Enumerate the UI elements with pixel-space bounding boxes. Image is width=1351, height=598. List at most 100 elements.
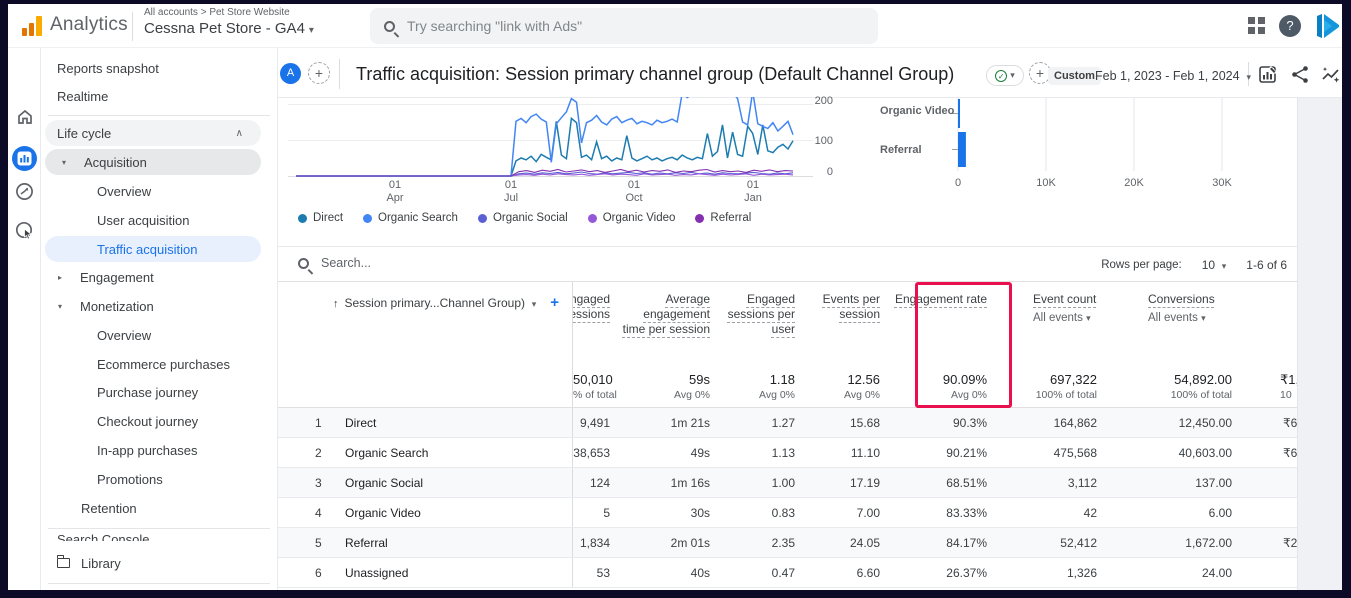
sidebar-item-traffic-acquisition[interactable]: Traffic acquisition	[45, 236, 261, 262]
sidebar-item-library[interactable]: Library	[41, 550, 278, 576]
sidebar-item-purchase-journey[interactable]: Purchase journey	[41, 379, 278, 405]
column-header-events-per-session[interactable]: Events per session	[803, 282, 888, 365]
analytics-logo-icon[interactable]	[22, 16, 46, 36]
appbar-divider	[132, 12, 133, 41]
caret-right-icon[interactable]: ▸	[58, 273, 80, 282]
reports-sidebar: Reports snapshot Realtime Life cycle ∧ ▾…	[41, 48, 278, 590]
caret-down-icon: ▾	[309, 25, 314, 36]
column-header-engaged-sessions[interactable]: Engaged sessions	[573, 282, 618, 365]
insights-icon[interactable]	[1321, 65, 1341, 85]
sidebar-item-acquisition-overview[interactable]: Overview	[41, 178, 278, 204]
sidebar-item-engagement[interactable]: ▸ Engagement	[41, 264, 278, 290]
column-header-engaged-sessions-per-user[interactable]: Engaged sessions per user	[718, 282, 803, 365]
totals-conversions: 54,892.00100% of total	[1105, 365, 1240, 407]
help-icon[interactable]: ?	[1279, 15, 1301, 37]
column-header-engagement-rate[interactable]: Engagement rate	[888, 282, 995, 365]
sidebar-item-monetization-overview[interactable]: Overview	[41, 322, 278, 348]
add-comparison-button[interactable]: +	[308, 62, 330, 84]
report-avatar-chip[interactable]: A	[280, 63, 301, 84]
sort-ascending-icon: ↑	[333, 298, 339, 310]
legend-item[interactable]: Referral	[695, 212, 751, 224]
sidebar-item-ecommerce-purchases[interactable]: Ecommerce purchases	[41, 351, 278, 377]
bar-chart-category-referral: Referral	[880, 144, 922, 156]
report-status-button[interactable]: ✓ ▾	[986, 65, 1024, 86]
explore-icon[interactable]	[12, 179, 37, 204]
apps-grid-icon[interactable]	[1248, 17, 1266, 35]
table-search[interactable]	[298, 256, 521, 270]
channel-name: Unassigned	[345, 566, 408, 580]
sidebar-item-checkout-journey[interactable]: Checkout journey	[41, 408, 278, 434]
legend-item[interactable]: Organic Social	[478, 212, 568, 224]
totals-events-per-session: 12.56Avg 0%	[803, 365, 888, 407]
folder-icon	[57, 558, 70, 568]
column-header-event-count[interactable]: Event count All events ▾	[995, 282, 1105, 365]
rows-per-page-selector[interactable]: 10 ▾	[1202, 258, 1227, 272]
table-totals-row: 50,010% of total 59sAvg 0% 1.18Avg 0% 12…	[278, 365, 1297, 408]
sidebar-item-promotions[interactable]: Promotions	[41, 466, 278, 492]
totals-event-count: 697,322100% of total	[995, 365, 1105, 407]
legend-item[interactable]: Direct	[298, 212, 343, 224]
table-row[interactable]: 2Organic Search 38,653 49s 1.13 11.10 90…	[278, 438, 1297, 468]
event-count-filter[interactable]: All events ▾	[1033, 311, 1105, 326]
add-dimension-button[interactable]: +	[550, 294, 559, 311]
sidebar-section-life-cycle[interactable]: Life cycle ∧	[45, 120, 261, 146]
totals-engaged-sessions: 50,010% of total	[573, 365, 618, 407]
legend-item[interactable]: Organic Video	[588, 212, 676, 224]
sidebar-item-monetization[interactable]: ▾ Monetization	[41, 293, 278, 319]
conversions-filter[interactable]: All events ▾	[1148, 311, 1240, 326]
legend-dot-icon	[298, 214, 307, 223]
date-range-selector[interactable]: Feb 1, 2023 - Feb 1, 2024 ▾	[1095, 69, 1251, 83]
sidebar-section-search-console[interactable]: Search Console	[41, 532, 278, 541]
reports-icon[interactable]	[12, 146, 37, 171]
advertising-icon[interactable]	[12, 218, 37, 243]
global-search-input[interactable]	[407, 18, 827, 34]
checkmark-icon: ✓	[995, 70, 1007, 82]
column-header-revenue-clipped	[1240, 282, 1297, 365]
dimension-column-header[interactable]: ↑Session primary...Channel Group) ▾+	[278, 282, 573, 365]
sidebar-item-acquisition[interactable]: ▾ Acquisition	[45, 149, 261, 175]
table-row[interactable]: 5Referral 1,834 2m 01s 2.35 24.05 84.17%…	[278, 528, 1297, 558]
sessions-bar-chart[interactable]: 010K20K30K	[948, 98, 1278, 193]
sidebar-divider	[48, 528, 270, 529]
column-header-avg-engagement-time[interactable]: Average engagement time per session	[618, 282, 718, 365]
home-icon[interactable]	[12, 104, 37, 129]
legend-dot-icon	[363, 214, 372, 223]
sidebar-item-realtime[interactable]: Realtime	[41, 83, 278, 109]
channel-name: Organic Video	[345, 506, 421, 520]
sessions-line-chart[interactable]	[288, 97, 813, 178]
caret-down-icon: ▾	[1086, 313, 1091, 323]
sidebar-item-in-app-purchases[interactable]: In-app purchases	[41, 437, 278, 463]
sidebar-item-user-acquisition[interactable]: User acquisition	[41, 207, 278, 233]
caret-down-icon[interactable]: ▾	[62, 158, 84, 167]
global-search[interactable]	[370, 8, 878, 44]
table-row[interactable]: 6Unassigned 53 40s 0.47 6.60 26.37% 1,32…	[278, 558, 1297, 588]
sidebar-divider	[48, 115, 270, 116]
legend-item[interactable]: Organic Search	[363, 212, 458, 224]
caret-down-icon[interactable]: ▾	[532, 299, 537, 309]
sidebar-item-retention[interactable]: Retention	[41, 495, 278, 521]
analytics-app: Analytics All accounts > Pet Store Websi…	[8, 4, 1342, 590]
line-chart-x-tick-oct: 01Oct	[614, 179, 654, 205]
share-icon[interactable]	[1291, 65, 1311, 85]
property-selector[interactable]: Cessna Pet Store - GA4▾	[144, 20, 314, 37]
line-chart-y-tick-0: 0	[807, 166, 833, 178]
column-header-conversions[interactable]: Conversions All events ▾	[1105, 282, 1240, 365]
user-avatar-logo[interactable]	[1313, 12, 1341, 40]
edit-chart-icon[interactable]	[1258, 65, 1278, 85]
app-bar: Analytics All accounts > Pet Store Websi…	[8, 4, 1342, 48]
icon-rail	[8, 48, 41, 590]
scroll-gutter[interactable]	[1297, 98, 1342, 590]
sidebar-item-reports-snapshot[interactable]: Reports snapshot	[41, 55, 278, 81]
totals-avg-engagement-time: 59sAvg 0%	[618, 365, 718, 407]
product-name: Analytics	[50, 14, 128, 36]
breadcrumb[interactable]: All accounts > Pet Store Website	[144, 7, 290, 18]
table-row[interactable]: 3Organic Social 124 1m 16s 1.00 17.19 68…	[278, 468, 1297, 498]
channel-name: Direct	[345, 416, 376, 430]
table-search-input[interactable]	[321, 256, 521, 270]
table-row[interactable]: 4Organic Video 5 30s 0.83 7.00 83.33% 42…	[278, 498, 1297, 528]
legend-dot-icon	[588, 214, 597, 223]
search-icon	[384, 21, 395, 32]
totals-revenue-clipped: ₹1,510	[1240, 365, 1297, 407]
caret-down-icon[interactable]: ▾	[58, 302, 80, 311]
table-row[interactable]: 1Direct 9,491 1m 21s 1.27 15.68 90.3% 16…	[278, 408, 1297, 438]
